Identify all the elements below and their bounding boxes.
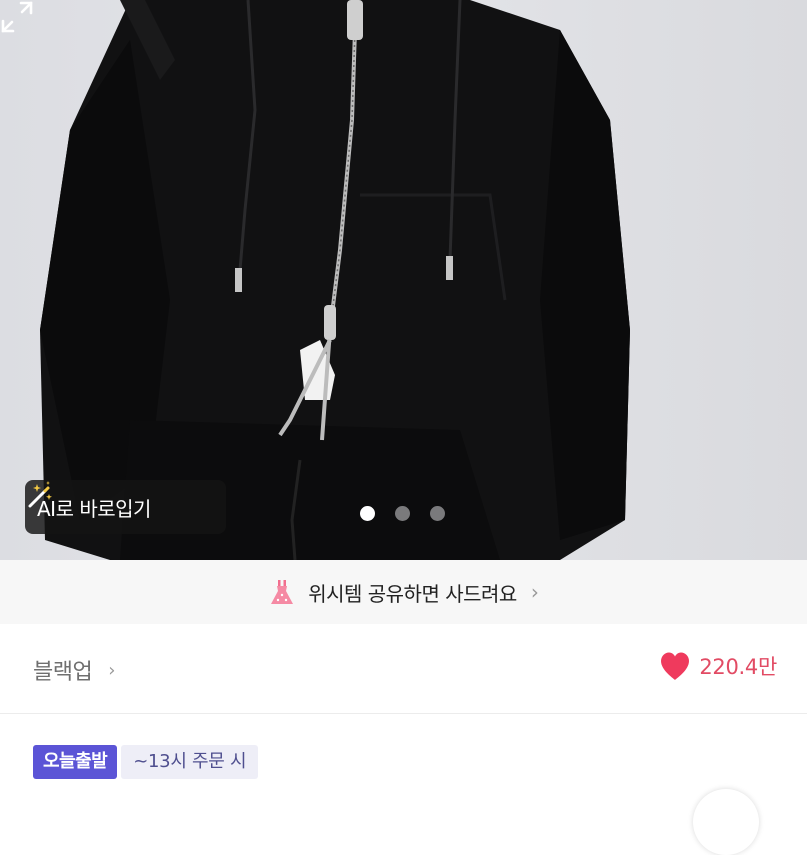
share-banner-text: 위시템 공유하면 사드려요 — [308, 581, 517, 606]
carousel-dot-1[interactable] — [360, 506, 375, 521]
floating-button-cropped[interactable] — [693, 789, 759, 855]
shipping-badges: 오늘출발 ~13시 주문 시 — [33, 745, 259, 779]
same-day-shipping-badge: 오늘출발 — [33, 745, 118, 779]
brand-link[interactable]: 블랙업 › — [33, 654, 115, 686]
dress-icon — [271, 580, 294, 604]
brand-row: 블랙업 › 220.4만 — [0, 624, 807, 714]
like-button[interactable]: 220.4만 — [659, 651, 777, 681]
magic-wand-icon — [28, 481, 52, 508]
fullscreen-expand-icon[interactable] — [0, 0, 34, 34]
like-count: 220.4만 — [699, 655, 777, 679]
chevron-right-icon: › — [108, 659, 116, 681]
heart-icon — [661, 652, 690, 680]
product-photo — [40, 0, 630, 560]
wishlist-share-banner[interactable]: 위시템 공유하면 사드려요 › — [0, 560, 807, 624]
ai-try-on-button[interactable]: AI로 바로입기 — [25, 480, 226, 534]
product-image-carousel[interactable]: AI로 바로입기 — [0, 0, 807, 560]
carousel-dot-2[interactable] — [395, 506, 410, 521]
carousel-indicator — [360, 506, 445, 521]
order-cutoff-badge: ~13시 주문 시 — [121, 745, 259, 779]
chevron-right-icon: › — [530, 580, 539, 604]
brand-name: 블랙업 — [33, 660, 93, 685]
product-title-cropped — [33, 796, 713, 807]
carousel-dot-3[interactable] — [430, 506, 445, 521]
